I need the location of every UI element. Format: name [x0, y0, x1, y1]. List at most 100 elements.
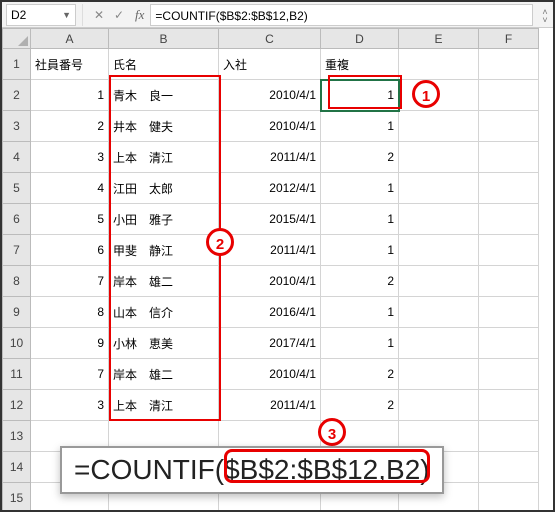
cell[interactable]: 上本 清江: [109, 390, 219, 421]
selected-cell[interactable]: 1: [321, 80, 399, 111]
row-header[interactable]: 9: [3, 297, 31, 328]
cell[interactable]: 2: [321, 266, 399, 297]
formula-input[interactable]: =COUNTIF($B$2:$B$12,B2): [150, 4, 533, 26]
cell[interactable]: 社員番号: [31, 49, 109, 80]
cell[interactable]: 5: [31, 204, 109, 235]
cell[interactable]: 1: [321, 173, 399, 204]
cell[interactable]: [399, 80, 479, 111]
cell[interactable]: [399, 390, 479, 421]
expand-formula-bar-icon[interactable]: ˄˅: [537, 5, 553, 24]
cell[interactable]: 重複: [321, 49, 399, 80]
row-header[interactable]: 15: [3, 483, 31, 511]
cell[interactable]: 岸本 雄二: [109, 359, 219, 390]
chevron-down-icon[interactable]: ▼: [62, 4, 71, 26]
cell[interactable]: 3: [31, 142, 109, 173]
cell[interactable]: 江田 太郎: [109, 173, 219, 204]
cell[interactable]: 3: [31, 390, 109, 421]
row-header[interactable]: 1: [3, 49, 31, 80]
cell[interactable]: 入社: [219, 49, 321, 80]
cell[interactable]: [399, 235, 479, 266]
cell[interactable]: 岸本 雄二: [109, 266, 219, 297]
cell[interactable]: 2: [321, 142, 399, 173]
enter-icon[interactable]: ✓: [109, 8, 129, 22]
cell[interactable]: 2016/4/1: [219, 297, 321, 328]
cell[interactable]: 2015/4/1: [219, 204, 321, 235]
cell[interactable]: [399, 328, 479, 359]
cancel-icon[interactable]: ✕: [89, 8, 109, 22]
cell[interactable]: [399, 142, 479, 173]
col-header-C[interactable]: C: [219, 29, 321, 49]
col-header-D[interactable]: D: [321, 29, 399, 49]
cell[interactable]: [479, 173, 539, 204]
cell[interactable]: 1: [31, 80, 109, 111]
row-header[interactable]: 5: [3, 173, 31, 204]
cell[interactable]: 2017/4/1: [219, 328, 321, 359]
cell[interactable]: 4: [31, 173, 109, 204]
worksheet[interactable]: A B C D E F 1 社員番号 氏名 入社 重複 2 1 青木 良一 20…: [2, 28, 553, 510]
cell[interactable]: [479, 204, 539, 235]
cell[interactable]: [399, 359, 479, 390]
cell[interactable]: 2010/4/1: [219, 359, 321, 390]
select-all-corner[interactable]: [3, 29, 31, 49]
row-header[interactable]: 11: [3, 359, 31, 390]
cell[interactable]: 氏名: [109, 49, 219, 80]
row-header[interactable]: 7: [3, 235, 31, 266]
cell[interactable]: 1: [321, 235, 399, 266]
cell[interactable]: 2: [321, 359, 399, 390]
col-header-B[interactable]: B: [109, 29, 219, 49]
cell[interactable]: [479, 483, 539, 511]
cell[interactable]: [399, 297, 479, 328]
col-header-E[interactable]: E: [399, 29, 479, 49]
cell[interactable]: [479, 421, 539, 452]
cell[interactable]: 2012/4/1: [219, 173, 321, 204]
cell[interactable]: 小林 恵美: [109, 328, 219, 359]
cell[interactable]: 6: [31, 235, 109, 266]
cell[interactable]: 井本 健夫: [109, 111, 219, 142]
row-header[interactable]: 2: [3, 80, 31, 111]
cell[interactable]: 小田 雅子: [109, 204, 219, 235]
fx-icon[interactable]: fx: [135, 7, 144, 23]
row-header[interactable]: 12: [3, 390, 31, 421]
cell[interactable]: [479, 266, 539, 297]
row-header[interactable]: 14: [3, 452, 31, 483]
row-header[interactable]: 8: [3, 266, 31, 297]
cell[interactable]: [479, 142, 539, 173]
cell[interactable]: [399, 49, 479, 80]
col-header-A[interactable]: A: [31, 29, 109, 49]
cell[interactable]: 2011/4/1: [219, 142, 321, 173]
cell[interactable]: [479, 452, 539, 483]
cell[interactable]: 甲斐 静江: [109, 235, 219, 266]
cell[interactable]: [399, 111, 479, 142]
cell[interactable]: 9: [31, 328, 109, 359]
cell[interactable]: 2010/4/1: [219, 111, 321, 142]
cell[interactable]: 1: [321, 328, 399, 359]
cell[interactable]: [479, 49, 539, 80]
cell[interactable]: 2: [31, 111, 109, 142]
cell[interactable]: [399, 173, 479, 204]
row-header[interactable]: 4: [3, 142, 31, 173]
row-header[interactable]: 6: [3, 204, 31, 235]
cell[interactable]: 1: [321, 111, 399, 142]
cell[interactable]: 1: [321, 297, 399, 328]
cell[interactable]: 7: [31, 266, 109, 297]
cell[interactable]: 7: [31, 359, 109, 390]
cell[interactable]: [479, 328, 539, 359]
cell[interactable]: 2011/4/1: [219, 390, 321, 421]
row-header[interactable]: 3: [3, 111, 31, 142]
cell[interactable]: 山本 信介: [109, 297, 219, 328]
cell[interactable]: 2011/4/1: [219, 235, 321, 266]
cell[interactable]: 2: [321, 390, 399, 421]
cell[interactable]: 2010/4/1: [219, 266, 321, 297]
cell[interactable]: [479, 390, 539, 421]
cell[interactable]: [399, 204, 479, 235]
row-header[interactable]: 10: [3, 328, 31, 359]
cell[interactable]: [479, 80, 539, 111]
cell[interactable]: 上本 清江: [109, 142, 219, 173]
col-header-F[interactable]: F: [479, 29, 539, 49]
cell[interactable]: [479, 359, 539, 390]
row-header[interactable]: 13: [3, 421, 31, 452]
cell[interactable]: [479, 235, 539, 266]
name-box[interactable]: D2 ▼: [6, 4, 76, 26]
cell[interactable]: [399, 266, 479, 297]
cell[interactable]: 8: [31, 297, 109, 328]
